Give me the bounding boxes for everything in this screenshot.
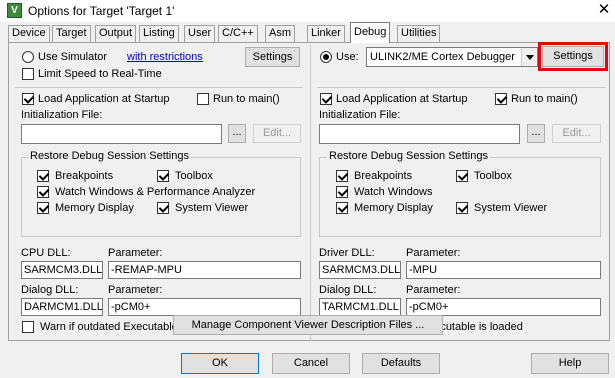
- debugger-select-value: ULINK2/ME Cortex Debugger: [370, 51, 515, 63]
- left-dialog-param-input[interactable]: -pCM0+: [108, 298, 301, 316]
- window-title: Options for Target 'Target 1': [28, 4, 175, 18]
- cancel-button[interactable]: Cancel: [272, 353, 350, 374]
- cpu-dll-param-input[interactable]: -REMAP-MPU: [108, 261, 301, 279]
- driver-dll-param-input[interactable]: -MPU: [406, 261, 601, 279]
- left-breakpoints-checkbox[interactable]: [37, 170, 49, 182]
- left-init-file-label: Initialization File:: [21, 109, 103, 121]
- tab-asm[interactable]: Asm: [265, 25, 295, 42]
- ok-button[interactable]: OK: [181, 353, 259, 374]
- close-icon[interactable]: ✕: [593, 0, 615, 20]
- right-load-app-label: Load Application at Startup: [336, 93, 468, 105]
- left-breakpoints-label: Breakpoints: [55, 170, 114, 182]
- chevron-down-icon[interactable]: [521, 48, 537, 66]
- right-restore-title: Restore Debug Session Settings: [327, 150, 490, 163]
- left-memory-display-checkbox[interactable]: [37, 202, 49, 214]
- cpu-dll-input[interactable]: SARMCM3.DLL: [21, 261, 103, 279]
- left-run-to-main-label: Run to main(): [213, 93, 280, 105]
- tab-user[interactable]: User: [184, 25, 216, 42]
- left-init-file-input[interactable]: [21, 124, 222, 144]
- right-breakpoints-label: Breakpoints: [354, 170, 413, 182]
- left-dialog-dll-input[interactable]: DARMCM1.DLL: [21, 298, 103, 316]
- use-simulator-radio[interactable]: [22, 51, 34, 63]
- tab-linker[interactable]: Linker: [307, 25, 345, 42]
- right-dialog-dll-input[interactable]: TARMCM1.DLL: [319, 298, 401, 316]
- tab-utilities[interactable]: Utilities: [397, 25, 441, 42]
- left-system-viewer-checkbox[interactable]: [157, 202, 169, 214]
- left-warn-outdated-checkbox[interactable]: [22, 321, 34, 333]
- left-system-viewer-label: System Viewer: [175, 202, 249, 214]
- right-init-file-label: Initialization File:: [319, 109, 401, 121]
- right-toolbox-label: Toolbox: [474, 170, 512, 182]
- right-load-app-checkbox[interactable]: [320, 93, 332, 105]
- tab-device[interactable]: Device: [8, 25, 50, 42]
- left-watch-windows-label: Watch Windows & Performance Analyzer: [55, 186, 256, 198]
- tab-c-cpp[interactable]: C/C++: [218, 25, 258, 42]
- left-restore-title: Restore Debug Session Settings: [28, 150, 191, 163]
- left-browse-button[interactable]: ...: [228, 124, 246, 143]
- right-separator: [317, 87, 605, 88]
- app-icon: V: [7, 3, 22, 18]
- limit-speed-checkbox[interactable]: [22, 68, 34, 80]
- right-run-to-main-checkbox[interactable]: [495, 93, 507, 105]
- right-dialog-param-input[interactable]: -pCM0+: [406, 298, 601, 316]
- column-divider: [310, 45, 311, 341]
- tab-output[interactable]: Output: [95, 25, 137, 42]
- help-button[interactable]: Help: [531, 353, 609, 374]
- manage-component-viewer-button[interactable]: Manage Component Viewer Description File…: [173, 315, 443, 335]
- right-memory-display-checkbox[interactable]: [336, 202, 348, 214]
- right-edit-button[interactable]: Edit...: [552, 124, 601, 143]
- driver-dll-param-label: Parameter:: [406, 247, 461, 259]
- use-debugger-label: Use:: [336, 51, 359, 63]
- right-breakpoints-checkbox[interactable]: [336, 170, 348, 182]
- left-watch-windows-checkbox[interactable]: [37, 186, 49, 198]
- driver-dll-label: Driver DLL:: [319, 247, 375, 259]
- left-dialog-param-label: Parameter:: [108, 284, 163, 296]
- defaults-button[interactable]: Defaults: [362, 353, 440, 374]
- tab-target[interactable]: Target: [52, 25, 91, 42]
- restrictions-link[interactable]: with restrictions: [127, 51, 203, 63]
- left-toolbox-checkbox[interactable]: [157, 170, 169, 182]
- simulator-settings-button[interactable]: Settings: [245, 47, 300, 67]
- right-system-viewer-checkbox[interactable]: [456, 202, 468, 214]
- right-dialog-dll-label: Dialog DLL:: [319, 284, 377, 296]
- left-load-app-checkbox[interactable]: [22, 93, 34, 105]
- use-debugger-radio[interactable]: [320, 51, 332, 63]
- driver-dll-input[interactable]: SARMCM3.DLL: [319, 261, 401, 279]
- title-bar: V Options for Target 'Target 1' ✕: [0, 0, 615, 22]
- right-dialog-param-label: Parameter:: [406, 284, 461, 296]
- left-dialog-dll-label: Dialog DLL:: [21, 284, 79, 296]
- right-browse-button[interactable]: ...: [527, 124, 545, 143]
- cpu-dll-label: CPU DLL:: [21, 247, 71, 259]
- debug-panel: Use Simulator with restrictions Settings…: [8, 42, 610, 341]
- cpu-dll-param-label: Parameter:: [108, 247, 163, 259]
- left-memory-display-label: Memory Display: [55, 202, 134, 214]
- left-toolbox-label: Toolbox: [175, 170, 213, 182]
- left-separator: [15, 87, 303, 88]
- use-simulator-label: Use Simulator: [38, 51, 108, 63]
- right-system-viewer-label: System Viewer: [474, 202, 548, 214]
- options-dialog: Device Target Output Listing User C/C++ …: [0, 22, 615, 378]
- debugger-settings-button[interactable]: Settings: [542, 46, 604, 67]
- right-watch-windows-label: Watch Windows: [354, 186, 433, 198]
- left-edit-button[interactable]: Edit...: [253, 124, 301, 143]
- limit-speed-label: Limit Speed to Real-Time: [38, 68, 162, 80]
- right-init-file-input[interactable]: [319, 124, 520, 144]
- tab-listing[interactable]: Listing: [139, 25, 179, 42]
- left-load-app-label: Load Application at Startup: [38, 93, 170, 105]
- tab-debug[interactable]: Debug: [350, 22, 391, 43]
- debugger-select[interactable]: ULINK2/ME Cortex Debugger: [366, 47, 538, 67]
- right-memory-display-label: Memory Display: [354, 202, 433, 214]
- right-toolbox-checkbox[interactable]: [456, 170, 468, 182]
- right-watch-windows-checkbox[interactable]: [336, 186, 348, 198]
- right-run-to-main-label: Run to main(): [511, 93, 578, 105]
- left-run-to-main-checkbox[interactable]: [197, 93, 209, 105]
